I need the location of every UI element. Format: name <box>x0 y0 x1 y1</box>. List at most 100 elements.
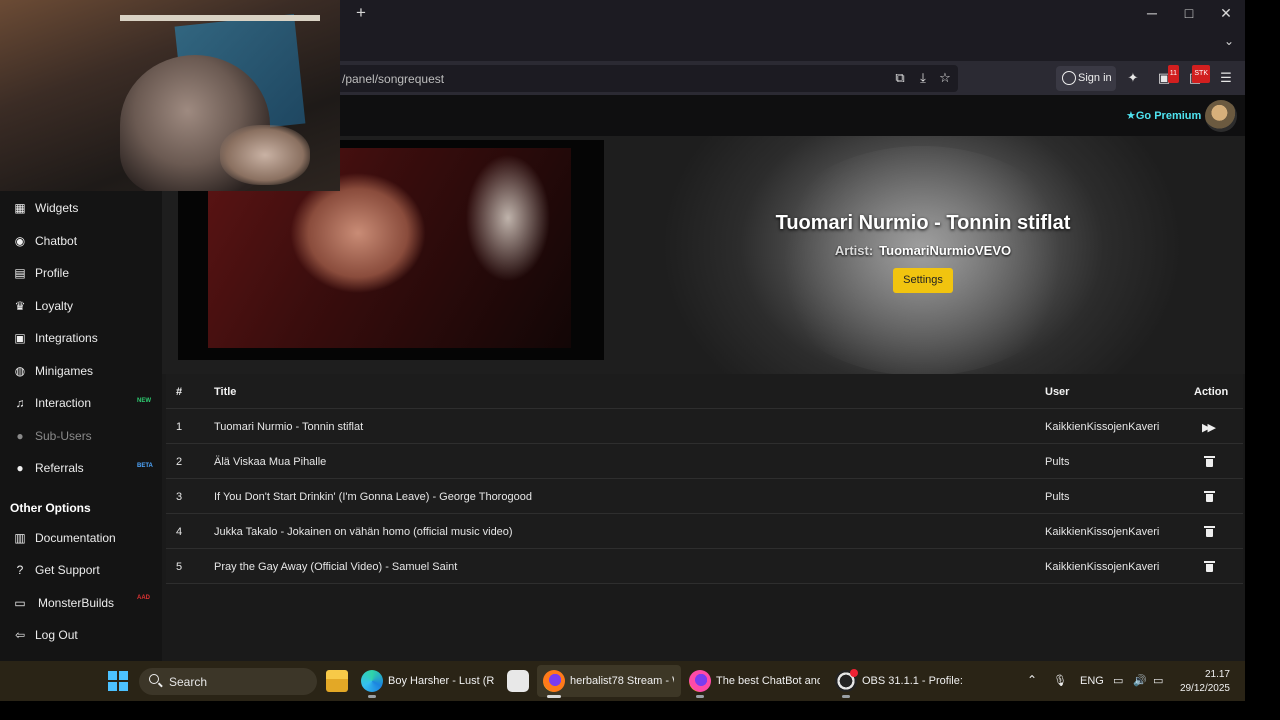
row-title: Pray the Gay Away (Official Video) - Sam… <box>214 561 458 573</box>
file-explorer-icon[interactable] <box>326 670 348 692</box>
sidebar-item-label: Interaction <box>35 396 92 410</box>
settings-button[interactable]: Settings <box>893 268 953 293</box>
beta-badge: BETA <box>137 463 153 469</box>
row-user: Pults <box>1045 456 1070 468</box>
sidebar-item-label: Integrations <box>35 331 98 345</box>
sidebar-item-minigames[interactable]: ◍ Minigames <box>0 356 162 386</box>
firefox-icon[interactable] <box>689 670 711 692</box>
tab-list-chevron-icon[interactable]: ⌄ <box>1220 34 1238 52</box>
row-user: Pults <box>1045 491 1070 503</box>
sidebar-item-referrals[interactable]: ● Referrals BETA <box>0 453 162 483</box>
trophy-icon: ♛ <box>14 299 26 313</box>
sidebar-item-log-out[interactable]: ⇦ Log Out <box>0 620 162 650</box>
table-header: # Title User Action <box>166 374 1243 409</box>
sidebar-item-monsterbuilds[interactable]: ▭ MonsterBuilds AAD <box>0 588 162 618</box>
taskbar-search-label: Search <box>169 675 208 689</box>
music-icon: ♫ <box>15 396 25 410</box>
extension-badge-1: 11 <box>1167 65 1179 83</box>
skip-forward-icon[interactable]: ▶▶ <box>1202 421 1216 434</box>
extensions-puzzle-icon[interactable]: ✦ <box>1124 69 1142 87</box>
row-number: 2 <box>176 456 183 468</box>
go-premium-link[interactable]: ★Go Premium <box>1126 109 1201 122</box>
close-window-button[interactable]: ✕ <box>1216 4 1236 22</box>
new-tab-button[interactable]: + <box>352 4 370 22</box>
sign-in-button[interactable]: Sign in <box>1056 66 1116 91</box>
volume-icon[interactable]: 🔊 <box>1133 674 1147 687</box>
taskbar-app-label[interactable]: OBS 31.1.1 - Profile: Unti <box>862 675 966 687</box>
sidebar-item-label: Get Support <box>35 563 100 577</box>
extension-icon-1[interactable]: ▣ 11 <box>1155 65 1179 87</box>
sidebar-item-label: Loyalty <box>35 299 74 313</box>
row-number: 3 <box>176 491 183 503</box>
sidebar-item-label: Minigames <box>35 364 94 378</box>
sidebar-item-chatbot[interactable]: ◉ Chatbot <box>0 226 162 256</box>
screen-black-border-bottom <box>0 701 1280 720</box>
picture-in-picture-icon[interactable]: ⧉ <box>891 69 909 87</box>
taskbar-search-box[interactable]: Search <box>139 668 317 695</box>
edge-icon[interactable] <box>361 670 383 692</box>
taskbar-app-label[interactable]: herbalist78 Stream - Wa <box>570 675 674 687</box>
sidebar-item-get-support[interactable]: ? Get Support <box>0 555 162 585</box>
address-bar-url[interactable]: /panel/songrequest <box>342 72 444 86</box>
sidebar-item-label: Chatbot <box>35 234 78 248</box>
tray-overflow-chevron-icon[interactable]: ⌃ <box>1027 673 1037 687</box>
sidebar-item-loyalty[interactable]: ♛ Loyalty <box>0 291 162 321</box>
sidebar-item-label: MonsterBuilds <box>38 596 115 610</box>
taskbar-running-indicator <box>696 695 704 698</box>
sidebar-item-sub-users[interactable]: ● Sub-Users <box>0 421 162 451</box>
ad-badge: AAD <box>137 595 150 601</box>
sidebar-item-profile[interactable]: ▤ Profile <box>0 258 162 288</box>
referrals-icon: ● <box>16 461 24 475</box>
firefox-icon[interactable] <box>543 670 565 692</box>
integrations-icon: ▣ <box>14 331 26 345</box>
logout-icon: ⇦ <box>14 628 26 642</box>
table-row: 4 Jukka Takalo - Jokainen on vähän homo … <box>166 514 1243 549</box>
other-options-heading: Other Options <box>10 501 91 515</box>
taskbar-clock-time[interactable]: 21.17 <box>1178 669 1230 680</box>
taskbar-app-label[interactable]: Boy Harsher - Lust (Rem <box>388 675 494 687</box>
row-user: KaikkienKissojenKaveri <box>1045 421 1160 433</box>
sidebar-item-interaction[interactable]: ♫ Interaction NEW <box>0 388 162 418</box>
book-icon: ▥ <box>14 531 26 545</box>
network-icon[interactable]: ▭ <box>1113 674 1123 687</box>
sidebar-item-widgets[interactable]: ▦ Widgets <box>0 193 162 223</box>
windows-start-icon[interactable] <box>108 671 128 691</box>
column-header-action: Action <box>1194 386 1229 398</box>
trash-icon[interactable] <box>1204 456 1215 467</box>
row-title: Tuomari Nurmio - Tonnin stiflat <box>214 421 364 433</box>
users-icon: ● <box>16 429 24 443</box>
laptop-icon: ▭ <box>14 596 26 610</box>
song-queue-table: # Title User Action 1 Tuomari Nurmio - T… <box>166 374 1243 584</box>
extension-icon-2[interactable]: ▣STK <box>1186 65 1210 87</box>
avatar[interactable] <box>1205 100 1237 132</box>
extension-badge-2: STK <box>1192 65 1210 83</box>
table-row: 1 Tuomari Nurmio - Tonnin stiflat Kaikki… <box>166 409 1243 444</box>
maximize-button[interactable]: □ <box>1179 4 1199 22</box>
sidebar-item-label: Widgets <box>35 201 79 215</box>
microsoft-store-icon[interactable] <box>507 670 529 692</box>
row-title: If You Don't Start Drinkin' (I'm Gonna L… <box>214 491 532 503</box>
now-playing-artist: Artist: TuomariNurmioVEVO <box>755 243 1091 258</box>
hamburger-menu-icon[interactable]: ☰ <box>1217 69 1235 87</box>
search-icon <box>149 674 159 684</box>
battery-icon[interactable]: ▭ <box>1153 674 1163 687</box>
sidebar-item-integrations[interactable]: ▣ Integrations <box>0 323 162 353</box>
language-indicator[interactable]: ENG <box>1080 675 1104 687</box>
trash-icon[interactable] <box>1204 526 1215 537</box>
sidebar-item-label: Profile <box>35 266 70 280</box>
trash-icon[interactable] <box>1204 491 1215 502</box>
save-to-pocket-icon[interactable]: ⤓ <box>914 69 932 87</box>
minimize-button[interactable]: ─ <box>1142 4 1162 22</box>
question-icon: ? <box>16 563 24 577</box>
taskbar-app-label[interactable]: The best ChatBot and W <box>716 675 820 687</box>
obs-recording-dot-icon <box>850 669 858 677</box>
microphone-icon[interactable]: 🎙 <box>1053 674 1067 687</box>
row-user: KaikkienKissojenKaveri <box>1045 561 1160 573</box>
taskbar-clock-date[interactable]: 29/12/2025 <box>1174 683 1230 694</box>
sidebar-item-documentation[interactable]: ▥ Documentation <box>0 523 162 553</box>
bookmark-star-icon[interactable]: ☆ <box>936 69 954 87</box>
trash-icon[interactable] <box>1204 561 1215 572</box>
row-number: 5 <box>176 561 183 573</box>
row-user: KaikkienKissojenKaveri <box>1045 526 1160 538</box>
sidebar: ▦ Widgets ◉ Chatbot ▤ Profile ♛ Loyalty … <box>0 136 162 661</box>
